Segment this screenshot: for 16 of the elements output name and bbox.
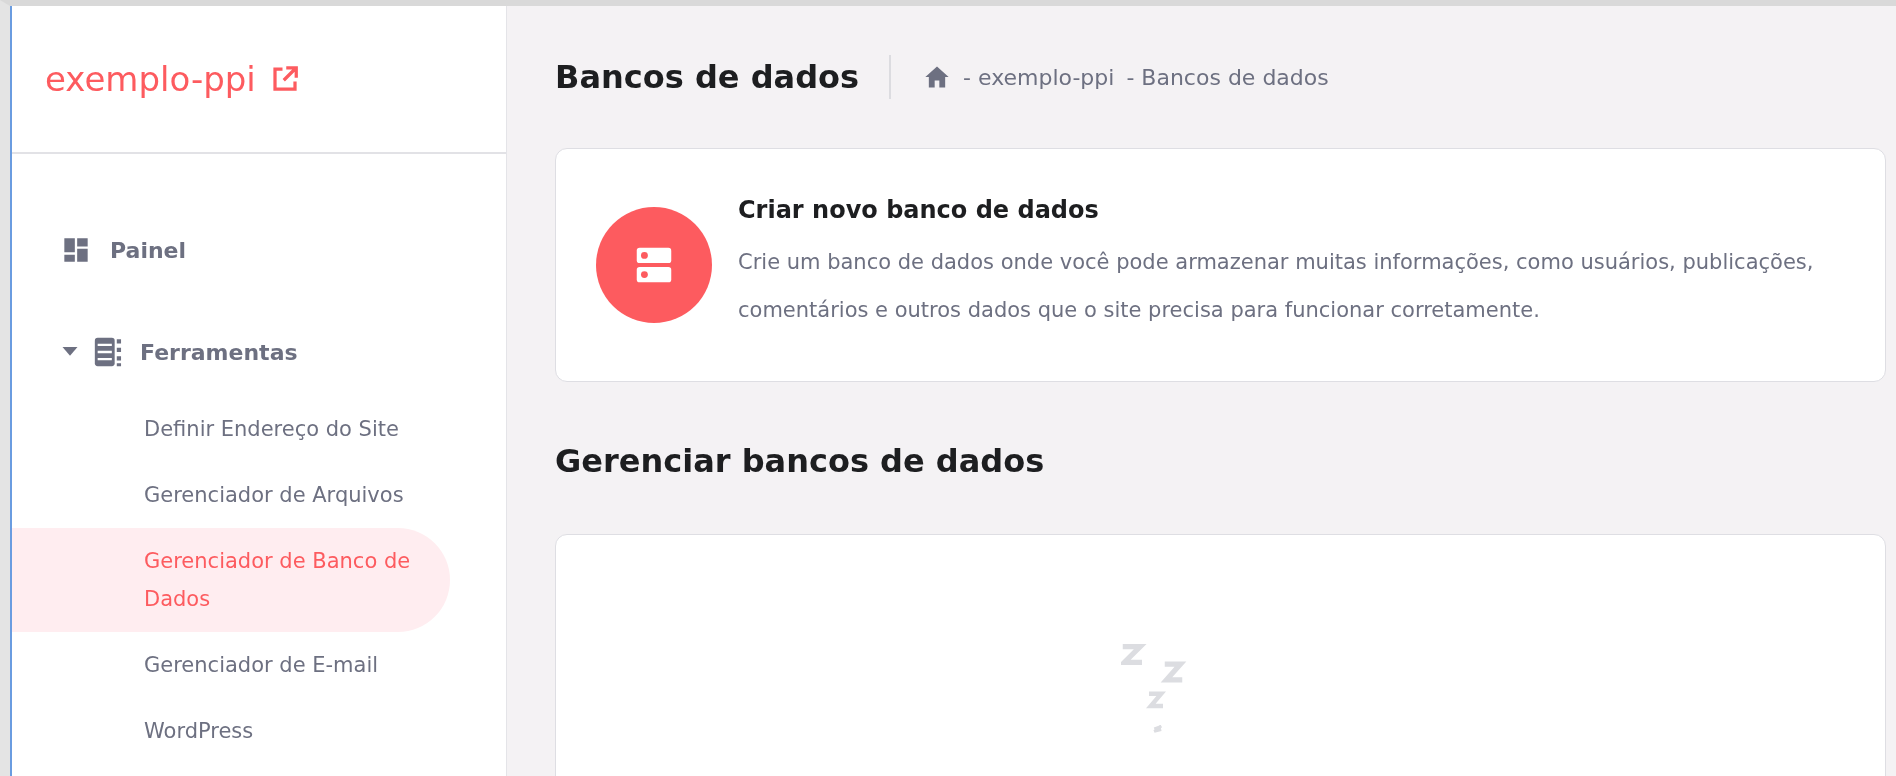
nav-subitem[interactable]: Gerenciador de E-mail	[12, 632, 450, 698]
create-database-card[interactable]: Criar novo banco de dados Crie um banco de dados onde você pode armazenar muitas informações, como usuários, publicações, comentários e outros dados que o site precisa para funcionar corretamente.	[555, 148, 1886, 382]
section-title: Gerenciar bancos de dados	[555, 442, 1046, 480]
breadcrumb-link[interactable]: - Bancos de dados	[1126, 64, 1329, 90]
nav-group[interactable]: Ferramentas	[12, 322, 506, 382]
page-title: Bancos de dados	[555, 58, 860, 96]
card-title: Criar novo banco de dados	[738, 196, 1100, 224]
card-description: Crie um banco de dados onde você pode armazenar muitas informações, como usuários, publicações, comentários e outros dados que o site precisa para funcionar corretamente.	[738, 249, 1815, 324]
breadcrumb-link[interactable]: - exemplo-ppi	[963, 64, 1115, 90]
nav-item[interactable]: Painel	[12, 220, 506, 280]
nav-subitem[interactable]: Definir Endereço do Site	[12, 396, 450, 462]
nav-subitem[interactable]: Gerenciador de Arquivos	[12, 462, 450, 528]
site-name-link[interactable]: exemplo-ppi	[45, 59, 256, 99]
nav-subitem[interactable]: Gerenciador de Banco de Dados	[12, 528, 450, 632]
nav-subitem[interactable]: WordPress	[12, 698, 450, 764]
dashboard-icon	[62, 236, 90, 264]
